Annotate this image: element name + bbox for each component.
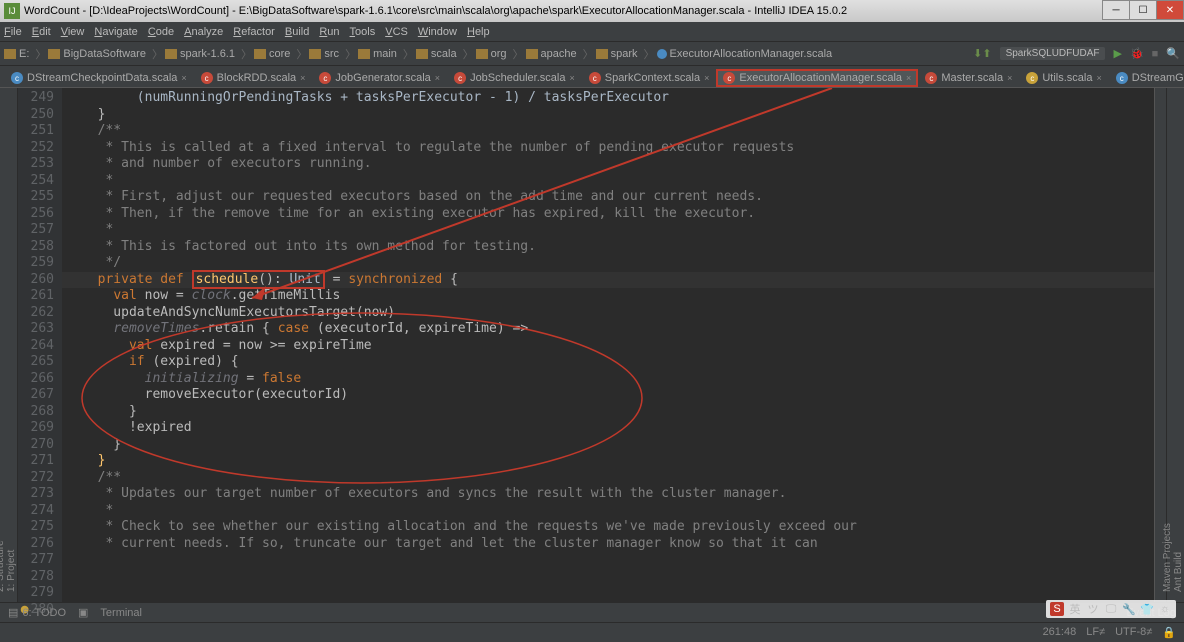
breadcrumb-item[interactable]: BigDataSoftware: [48, 48, 146, 60]
status-bar: 261:48 LF≠ UTF-8≠ 🔒: [0, 622, 1184, 642]
cursor-position: 261:48: [1043, 626, 1077, 639]
menu-tools[interactable]: Tools: [350, 26, 376, 38]
make-icon[interactable]: ⬇⬆: [973, 47, 991, 60]
left-tool-tabs[interactable]: 1: Project 2: Structure: [0, 88, 18, 602]
editor-tab[interactable]: cJobScheduler.scala×: [447, 69, 582, 87]
menu-analyze[interactable]: Analyze: [184, 26, 223, 38]
main-menu: File Edit View Navigate Code Analyze Refactor B…: [0, 22, 1184, 42]
line-gutter: 2492502512522532542552562572582592602612…: [18, 88, 62, 602]
breadcrumb-item[interactable]: core: [254, 48, 290, 60]
close-tab-icon[interactable]: ×: [1096, 73, 1101, 83]
breadcrumb-item[interactable]: src: [309, 48, 339, 60]
close-tab-icon[interactable]: ×: [435, 73, 440, 83]
ime-tray[interactable]: S英ツ🖵🔧👕☼: [1046, 600, 1176, 618]
debug-icon[interactable]: 🐞: [1130, 47, 1144, 60]
editor-tab[interactable]: cBlockRDD.scala×: [194, 69, 313, 87]
breadcrumb-bar: E:〉BigDataSoftware〉spark-1.6.1〉core〉src〉…: [0, 42, 1184, 66]
menu-edit[interactable]: Edit: [32, 26, 51, 38]
close-button[interactable]: ✕: [1156, 0, 1184, 20]
editor-tab[interactable]: cUtils.scala×: [1019, 69, 1108, 87]
editor-tab[interactable]: cExecutorAllocationManager.scala×: [716, 69, 918, 87]
breadcrumb-item[interactable]: ExecutorAllocationManager.scala: [657, 48, 833, 60]
todo-tab[interactable]: 6: TODO: [22, 607, 66, 619]
close-tab-icon[interactable]: ×: [181, 73, 186, 83]
close-tab-icon[interactable]: ×: [906, 73, 911, 83]
editor-tab[interactable]: cSparkContext.scala×: [582, 69, 717, 87]
close-tab-icon[interactable]: ×: [704, 73, 709, 83]
maximize-button[interactable]: ☐: [1129, 0, 1157, 20]
menu-code[interactable]: Code: [148, 26, 174, 38]
editor-tabs: cDStreamCheckpointData.scala×cBlockRDD.s…: [0, 66, 1184, 88]
run-icon[interactable]: ▶: [1113, 47, 1121, 60]
stop-icon[interactable]: ■: [1152, 48, 1159, 60]
window-title: WordCount - [D:\IdeaProjects\WordCount] …: [24, 5, 847, 17]
minimize-button[interactable]: ─: [1102, 0, 1130, 20]
editor-tab[interactable]: cJobGenerator.scala×: [312, 69, 447, 87]
breadcrumb-item[interactable]: spark: [596, 48, 638, 60]
close-tab-icon[interactable]: ×: [1007, 73, 1012, 83]
editor-tab[interactable]: cDStreamGraph.scala×: [1109, 69, 1184, 87]
menu-build[interactable]: Build: [285, 26, 309, 38]
menu-run[interactable]: Run: [319, 26, 339, 38]
breadcrumb-item[interactable]: spark-1.6.1: [165, 48, 235, 60]
menu-vcs[interactable]: VCS: [385, 26, 408, 38]
tool-buttons-bar: ▤ 6: TODO ▣ Terminal Event Log: [0, 602, 1184, 622]
run-config[interactable]: SparkSQLUDFUDAF: [1000, 47, 1106, 60]
breadcrumb-item[interactable]: org: [476, 48, 507, 60]
breadcrumb-item[interactable]: scala: [416, 48, 457, 60]
right-tool-tabs[interactable]: Ant Build Maven Projects: [1166, 88, 1184, 602]
menu-window[interactable]: Window: [418, 26, 457, 38]
close-tab-icon[interactable]: ×: [569, 73, 574, 83]
breadcrumb-item[interactable]: apache: [526, 48, 577, 60]
terminal-tab[interactable]: Terminal: [100, 607, 142, 619]
lock-icon[interactable]: 🔒: [1162, 626, 1176, 639]
editor-tab[interactable]: cDStreamCheckpointData.scala×: [4, 69, 194, 87]
editor-tab[interactable]: cMaster.scala×: [918, 69, 1019, 87]
menu-help[interactable]: Help: [467, 26, 490, 38]
menu-view[interactable]: View: [61, 26, 85, 38]
breadcrumb-item[interactable]: E:: [4, 48, 29, 60]
breadcrumb-item[interactable]: main: [358, 48, 397, 60]
line-separator[interactable]: LF≠: [1086, 626, 1105, 639]
close-tab-icon[interactable]: ×: [300, 73, 305, 83]
code-editor[interactable]: (numRunningOrPendingTasks + tasksPerExec…: [62, 88, 1154, 602]
menu-refactor[interactable]: Refactor: [233, 26, 275, 38]
app-icon: IJ: [4, 3, 20, 19]
menu-navigate[interactable]: Navigate: [94, 26, 137, 38]
file-encoding[interactable]: UTF-8≠: [1115, 626, 1152, 639]
menu-file[interactable]: File: [4, 26, 22, 38]
search-icon[interactable]: 🔍: [1166, 47, 1180, 60]
